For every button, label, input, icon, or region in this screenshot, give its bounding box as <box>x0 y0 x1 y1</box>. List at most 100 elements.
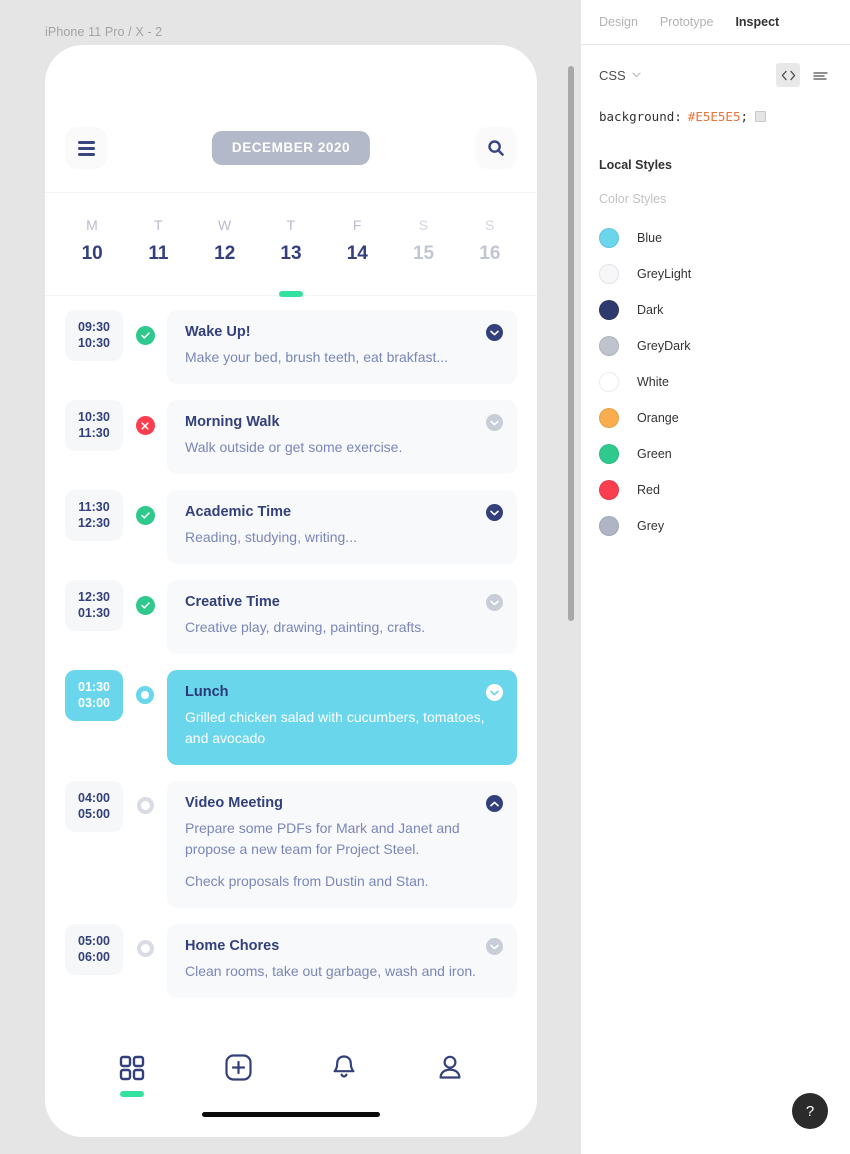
tab-design[interactable]: Design <box>599 15 638 29</box>
frame-label[interactable]: iPhone 11 Pro / X - 2 <box>45 25 162 39</box>
dot-icon <box>136 940 154 957</box>
color-style-row[interactable]: Green <box>599 436 832 472</box>
agenda-event[interactable]: 05:00 06:00 Home Chores Clean rooms, take o… <box>45 924 537 998</box>
chevron-down-icon[interactable] <box>486 594 503 611</box>
chevron-down-icon[interactable] <box>486 324 503 341</box>
event-start-time: 09:30 <box>78 320 110 334</box>
tab-inspect[interactable]: Inspect <box>735 15 779 29</box>
color-style-row[interactable]: GreyLight <box>599 256 832 292</box>
color-style-row[interactable]: Blue <box>599 220 832 256</box>
event-card[interactable]: Home Chores Clean rooms, take out garbage… <box>167 924 517 998</box>
event-end-time: 10:30 <box>78 336 110 350</box>
chevron-down-icon <box>632 72 641 78</box>
chevron-down-icon[interactable] <box>486 684 503 701</box>
event-card[interactable]: Academic Time Reading, studying, writing.… <box>167 490 517 564</box>
css-code-block[interactable]: background: #E5E5E5 ; <box>581 105 850 124</box>
color-swatch <box>599 444 619 464</box>
color-style-row[interactable]: White <box>599 364 832 400</box>
color-style-name: Red <box>637 483 660 497</box>
week-day-number: 10 <box>81 243 103 264</box>
color-style-row[interactable]: Red <box>599 472 832 508</box>
color-style-row[interactable]: GreyDark <box>599 328 832 364</box>
event-title: Home Chores <box>185 938 280 954</box>
week-day-letter: M <box>86 217 99 233</box>
chevron-down-icon[interactable] <box>486 414 503 431</box>
search-button[interactable] <box>475 127 517 169</box>
color-styles-title: Color Styles <box>599 192 667 206</box>
week-day-12[interactable]: W 12 <box>192 193 258 295</box>
bottom-navigation[interactable] <box>45 1025 537 1137</box>
chevron-up-icon[interactable] <box>486 795 503 812</box>
bell-icon <box>331 1054 357 1086</box>
week-day-10[interactable]: M 10 <box>59 193 125 295</box>
menu-button[interactable] <box>65 127 107 169</box>
event-description: Prepare some PDFs for Mark and Janet and… <box>185 820 460 857</box>
nav-user[interactable] <box>423 1043 477 1097</box>
event-start-time: 11:30 <box>78 500 110 514</box>
color-style-name: White <box>637 375 669 389</box>
local-styles-title: Local Styles <box>599 158 672 172</box>
help-button[interactable]: ? <box>792 1093 828 1129</box>
week-day-letter: T <box>286 217 296 233</box>
event-card[interactable]: Morning Walk Walk outside or get some exe… <box>167 400 517 474</box>
canvas-scrollbar[interactable] <box>568 66 574 621</box>
chevron-down-icon[interactable] <box>486 504 503 521</box>
color-style-row[interactable]: Dark <box>599 292 832 328</box>
color-style-row[interactable]: Orange <box>599 400 832 436</box>
month-label[interactable]: DECEMBER 2020 <box>211 131 371 165</box>
panel-tabs[interactable]: Design Prototype Inspect <box>581 0 850 45</box>
tab-prototype[interactable]: Prototype <box>660 15 714 29</box>
event-end-time: 03:00 <box>78 696 110 710</box>
event-description: Check proposals from Dustin and Stan. <box>185 873 429 889</box>
agenda-event[interactable]: 11:30 12:30 Academic Time Reading, studying… <box>45 490 537 564</box>
week-day-11[interactable]: T 11 <box>125 193 191 295</box>
code-icon <box>781 70 795 80</box>
list-view-button[interactable] <box>808 63 832 87</box>
agenda-list[interactable]: 09:30 10:30 Wake Up! Make your bed, brush t… <box>45 296 537 1010</box>
nav-bell[interactable] <box>317 1043 371 1097</box>
css-language-select[interactable]: CSS <box>599 68 641 83</box>
nav-plus-square[interactable] <box>211 1043 265 1097</box>
week-day-number: 15 <box>412 243 435 264</box>
color-swatch <box>599 516 619 536</box>
week-day-13[interactable]: T 13 <box>258 193 324 297</box>
week-day-15[interactable]: S 15 <box>390 193 456 295</box>
selected-day-marker <box>278 291 303 297</box>
plus-square-icon <box>224 1054 252 1086</box>
event-status-column <box>123 580 167 654</box>
css-toolbar: CSS <box>581 45 850 105</box>
inspect-panel: Design Prototype Inspect CSS background:… <box>580 0 850 1154</box>
week-strip[interactable]: M 10 T 11 W 12 T 13 F 14 S 15 S 16 <box>45 193 537 297</box>
event-title: Creative Time <box>185 594 280 610</box>
event-time-chip: 11:30 12:30 <box>65 490 123 541</box>
color-style-name: GreyDark <box>637 339 691 353</box>
dot-icon <box>136 797 154 814</box>
color-style-name: Grey <box>637 519 665 533</box>
design-canvas[interactable]: iPhone 11 Pro / X - 2 DECEMBER 2020 M 10… <box>0 0 580 1154</box>
week-day-16[interactable]: S 16 <box>457 193 523 295</box>
event-card[interactable]: Wake Up! Make your bed, brush teeth, eat … <box>167 310 517 384</box>
event-card[interactable]: Lunch Grilled chicken salad with cucumber… <box>167 670 517 765</box>
agenda-event[interactable]: 01:30 03:00 Lunch Grilled chicken salad wit… <box>45 670 537 765</box>
event-title: Video Meeting <box>185 795 284 811</box>
week-day-letter: S <box>485 217 495 233</box>
agenda-event[interactable]: 04:00 05:00 Video Meeting Prepare some PDFs… <box>45 781 537 908</box>
agenda-event[interactable]: 10:30 11:30 Morning Walk Walk outside or ge… <box>45 400 537 474</box>
event-end-time: 05:00 <box>78 807 110 821</box>
css-value: #E5E5E5 <box>687 109 741 124</box>
event-start-time: 01:30 <box>78 680 110 694</box>
agenda-event[interactable]: 12:30 01:30 Creative Time Creative play, dr… <box>45 580 537 654</box>
event-description: Reading, studying, writing... <box>185 529 357 545</box>
chevron-down-icon[interactable] <box>486 938 503 955</box>
event-status-column <box>123 924 167 998</box>
event-end-time: 12:30 <box>78 516 110 530</box>
nav-grid[interactable] <box>105 1043 159 1097</box>
event-card[interactable]: Creative Time Creative play, drawing, pai… <box>167 580 517 654</box>
event-card[interactable]: Video Meeting Prepare some PDFs for Mark … <box>167 781 517 908</box>
color-style-row[interactable]: Grey <box>599 508 832 544</box>
active-nav-marker <box>120 1091 144 1097</box>
event-time-chip: 05:00 06:00 <box>65 924 123 975</box>
week-day-14[interactable]: F 14 <box>324 193 390 295</box>
code-view-button[interactable] <box>776 63 800 87</box>
agenda-event[interactable]: 09:30 10:30 Wake Up! Make your bed, brush t… <box>45 310 537 384</box>
